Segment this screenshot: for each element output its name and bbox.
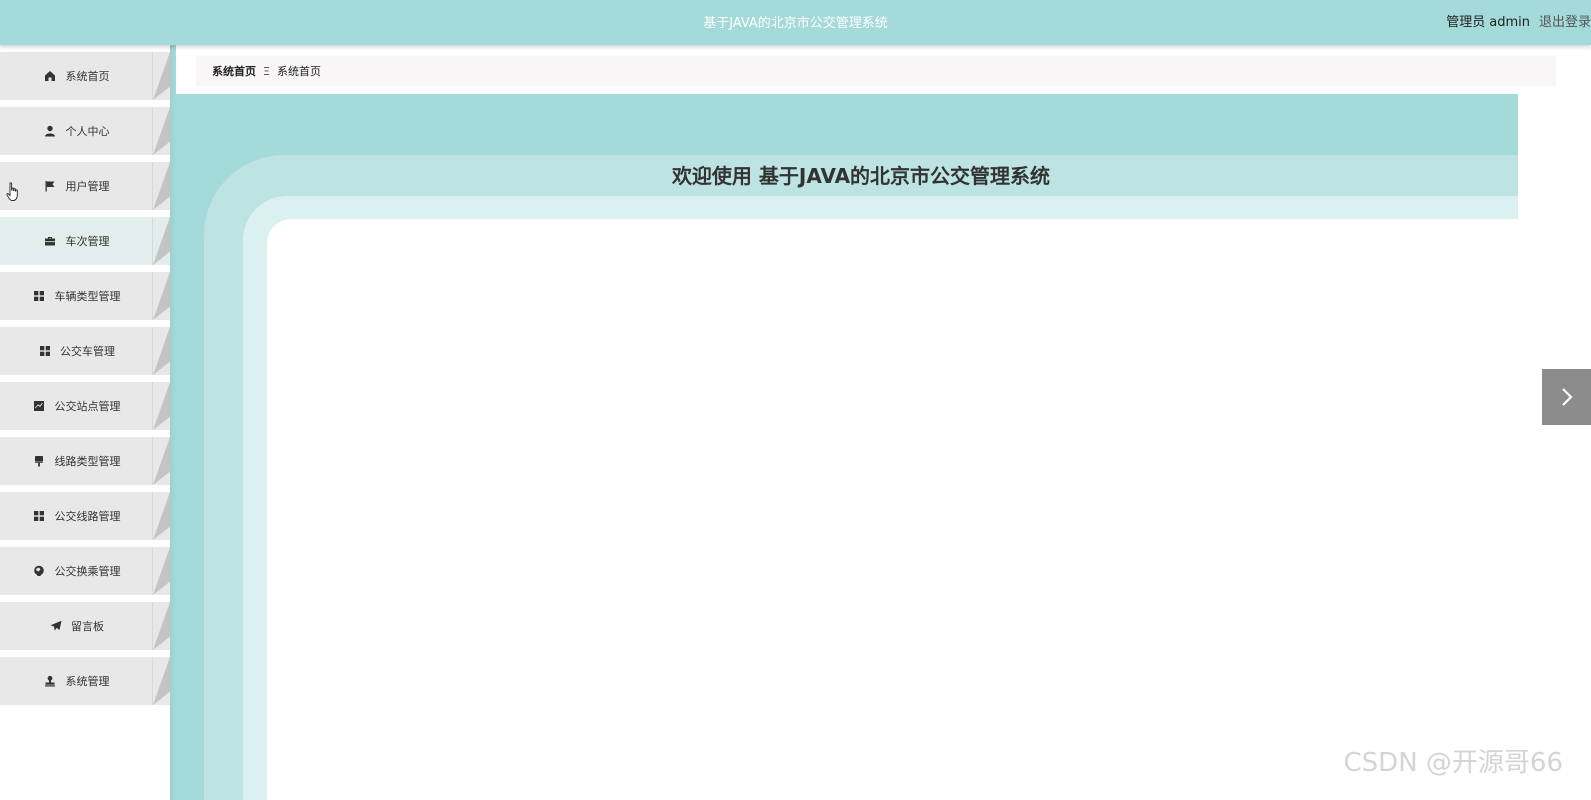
- menu-fold: [153, 382, 170, 430]
- sidebar-item-home[interactable]: 系统首页: [0, 52, 170, 100]
- chart-icon: [33, 400, 46, 413]
- menu-fold: [153, 52, 170, 100]
- grid-icon: [38, 345, 51, 358]
- welcome-title: 欢迎使用 基于JAVA的北京市公交管理系统: [671, 164, 1051, 188]
- sidebar-item-trips[interactable]: 车次管理: [0, 217, 170, 265]
- sidebar-item-label: 系统管理: [65, 675, 110, 688]
- menu-fold: [153, 657, 170, 705]
- brush-icon: [33, 455, 46, 468]
- sidebar-item-label: 线路类型管理: [54, 455, 121, 468]
- sidebar-item-label: 车次管理: [65, 235, 110, 248]
- chevron-right-icon: [1562, 388, 1573, 406]
- sidebar-item-label: 公交站点管理: [54, 400, 121, 413]
- menu-fold: [153, 107, 170, 155]
- grid-icon: [33, 290, 46, 303]
- sidebar-item-label: 车辆类型管理: [54, 290, 121, 303]
- menu-fold: [153, 492, 170, 540]
- user-name: admin: [1489, 15, 1530, 30]
- breadcrumb-separator: Ξ: [263, 64, 270, 78]
- sidebar-item-stations[interactable]: 公交站点管理: [0, 382, 170, 430]
- breadcrumb-home[interactable]: 系统首页: [212, 63, 256, 79]
- app-title: 基于JAVA的北京市公交管理系统: [703, 16, 888, 31]
- menu-fold: [153, 272, 170, 320]
- menu-fold: [153, 437, 170, 485]
- user-icon: [44, 125, 57, 138]
- sidebar-item-label: 公交换乘管理: [54, 565, 121, 578]
- logout-link[interactable]: 退出登录: [1539, 15, 1591, 30]
- grid-icon: [33, 510, 46, 523]
- sidebar-item-route-types[interactable]: 线路类型管理: [0, 437, 170, 485]
- menu-fold: [153, 547, 170, 595]
- content-panel: [267, 219, 1518, 800]
- globe-icon: [33, 565, 46, 578]
- sidebar-item-buses[interactable]: 公交车管理: [0, 327, 170, 375]
- user-area: 管理员 admin 退出登录: [1446, 11, 1591, 30]
- sidebar-item-profile[interactable]: 个人中心: [0, 107, 170, 155]
- send-icon: [49, 620, 62, 633]
- flag-icon: [44, 180, 57, 193]
- breadcrumb-current: 系统首页: [276, 65, 321, 78]
- top-bar: 基于JAVA的北京市公交管理系统 管理员 admin 退出登录: [0, 0, 1591, 45]
- sidebar-item-label: 用户管理: [65, 180, 110, 193]
- sidebar-item-label: 公交车管理: [60, 345, 115, 358]
- menu-fold: [153, 602, 170, 650]
- sidebar-item-users[interactable]: 用户管理: [0, 162, 170, 210]
- menu-fold: [153, 217, 170, 265]
- watermark: CSDN @开源哥66: [1343, 748, 1563, 778]
- breadcrumb: 系统首页 Ξ 系统首页: [196, 56, 1556, 86]
- sidebar-item-message-board[interactable]: 留言板: [0, 602, 170, 650]
- user-role: 管理员: [1446, 15, 1486, 30]
- hand-cursor-icon: [6, 182, 18, 201]
- sidebar-item-label: 系统首页: [65, 70, 110, 83]
- sidebar-item-label: 个人中心: [65, 125, 110, 138]
- side-panel-toggle[interactable]: [1542, 369, 1591, 425]
- sidebar-item-label: 公交线路管理: [54, 510, 121, 523]
- sidebar-item-routes[interactable]: 公交线路管理: [0, 492, 170, 540]
- stamp-icon: [44, 675, 57, 688]
- sidebar-item-label: 留言板: [71, 620, 104, 633]
- menu-fold: [153, 162, 170, 210]
- sidebar-item-system[interactable]: 系统管理: [0, 657, 170, 705]
- sidebar-item-transfers[interactable]: 公交换乘管理: [0, 547, 170, 595]
- briefcase-icon: [44, 235, 57, 248]
- home-icon: [44, 70, 57, 83]
- welcome-banner: [176, 94, 1518, 155]
- menu-fold: [153, 327, 170, 375]
- sidebar-item-vehicle-types[interactable]: 车辆类型管理: [0, 272, 170, 320]
